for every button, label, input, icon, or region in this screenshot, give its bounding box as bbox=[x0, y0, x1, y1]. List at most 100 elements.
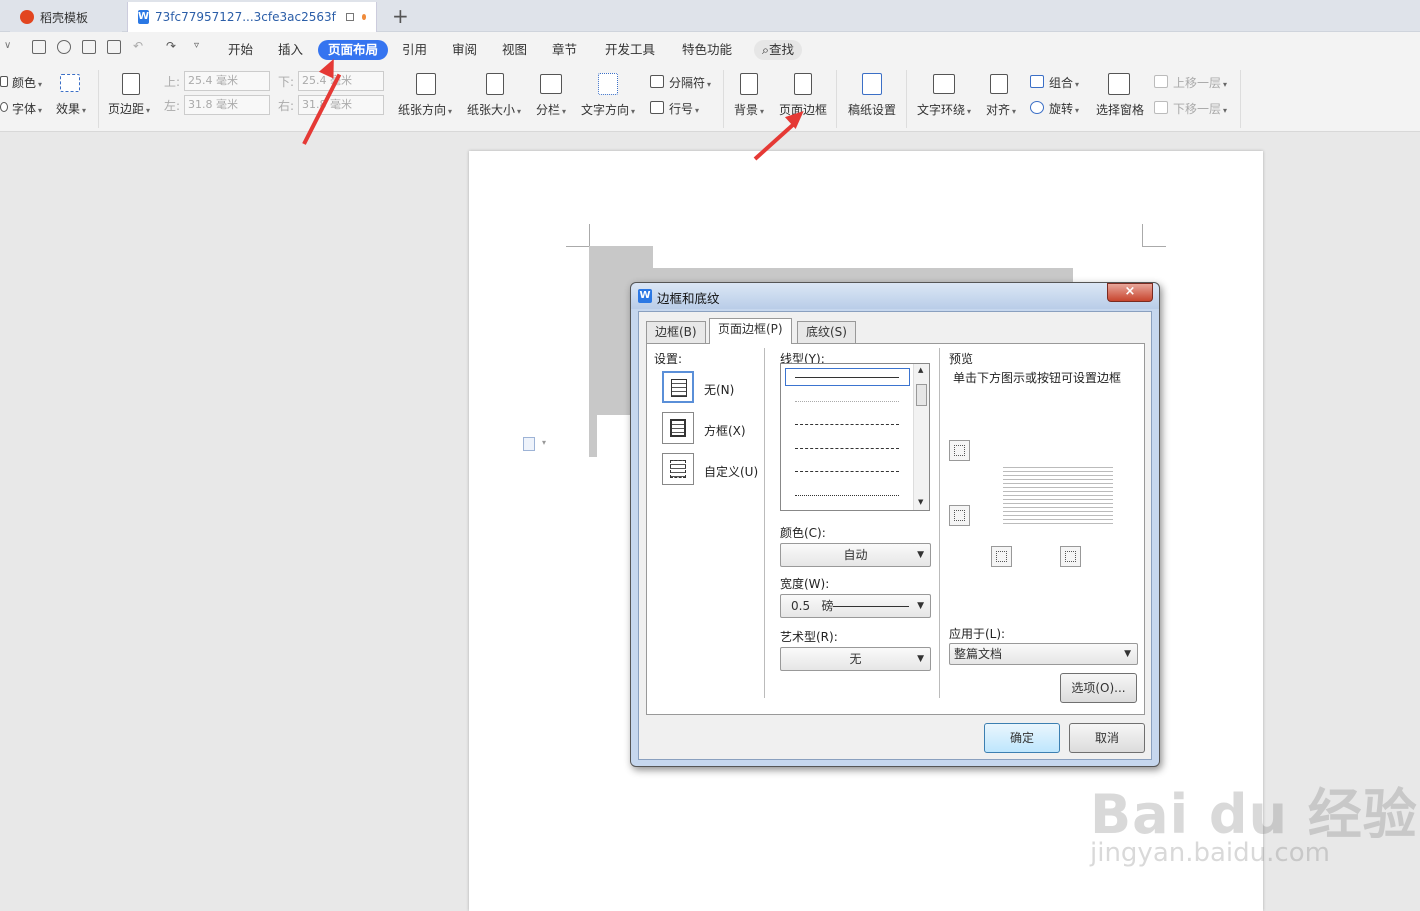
art-select[interactable]: 无 ▼ bbox=[780, 647, 931, 671]
scroll-down-icon[interactable]: ▼ bbox=[918, 498, 923, 506]
columns-icon bbox=[540, 74, 562, 94]
setting-box-icon[interactable] bbox=[662, 412, 694, 444]
background-button[interactable]: 背景 ▾ bbox=[734, 101, 764, 118]
font-button[interactable]: 字体 ▾ bbox=[12, 100, 42, 117]
ok-button[interactable]: 确定 bbox=[984, 723, 1060, 753]
right-margin-input[interactable]: 31.8 毫米 bbox=[298, 95, 384, 115]
tab-shading[interactable]: 底纹(S) bbox=[797, 321, 856, 343]
line-style-list[interactable]: ▲ ▼ bbox=[780, 363, 930, 511]
page-border-panel: 设置: 无(N) 方框(X) 自定义(U) 线型(Y): ▲ ▼ 颜色(C): … bbox=[646, 343, 1145, 715]
paper-setting-icon bbox=[862, 73, 882, 95]
close-button[interactable]: × bbox=[1107, 283, 1153, 302]
group-button[interactable]: 组合 ▾ bbox=[1049, 74, 1079, 91]
setting-custom-icon[interactable] bbox=[662, 453, 694, 485]
left-margin-label: 左: bbox=[164, 99, 181, 113]
setting-box-label[interactable]: 方框(X) bbox=[704, 422, 746, 439]
menu-home[interactable]: 开始 bbox=[224, 40, 257, 60]
scroll-up-icon[interactable]: ▲ bbox=[918, 366, 923, 374]
align-button[interactable]: 对齐 ▾ bbox=[986, 101, 1016, 118]
customize-icon[interactable]: ▿ bbox=[194, 40, 199, 51]
save-icon[interactable] bbox=[32, 40, 46, 54]
menu-references[interactable]: 引用 bbox=[398, 40, 431, 60]
search-button[interactable]: ⌕查找 bbox=[754, 40, 803, 60]
menu-developer[interactable]: 开发工具 bbox=[601, 40, 659, 60]
setting-custom-label[interactable]: 自定义(U) bbox=[704, 463, 758, 480]
width-label: 宽度(W): bbox=[780, 577, 830, 591]
width-line-sample bbox=[833, 606, 909, 607]
effect-button[interactable]: 效果 ▾ bbox=[56, 100, 86, 117]
page-border-icon bbox=[794, 73, 812, 95]
chevron-down-icon[interactable]: ▾ bbox=[542, 438, 546, 447]
line-style-dash-dot[interactable] bbox=[795, 448, 899, 449]
menu-view[interactable]: 视图 bbox=[498, 40, 531, 60]
redo-icon[interactable]: ↷ bbox=[166, 39, 176, 53]
text-wrap-icon bbox=[933, 74, 955, 94]
chevron-down-icon[interactable]: ∨ bbox=[4, 40, 11, 51]
line-style-solid[interactable] bbox=[795, 377, 899, 378]
width-select[interactable]: 0.5 磅 ▼ bbox=[780, 594, 931, 618]
text-direction-icon bbox=[598, 73, 618, 95]
left-margin-input[interactable]: 31.8 毫米 bbox=[184, 95, 270, 115]
scroll-thumb[interactable] bbox=[916, 384, 927, 406]
tab-document[interactable]: W 73fc77957127...3cfe3ac2563f bbox=[127, 2, 377, 32]
baidu-watermark-url: jingyan.baidu.com bbox=[1090, 838, 1330, 868]
setting-none-label[interactable]: 无(N) bbox=[704, 381, 734, 398]
tab-label: 73fc77957127...3cfe3ac2563f bbox=[155, 10, 336, 24]
text-wrap-button[interactable]: 文字环绕 ▾ bbox=[917, 101, 971, 118]
cancel-button[interactable]: 取消 bbox=[1069, 723, 1145, 753]
right-border-button[interactable] bbox=[1060, 546, 1081, 567]
tab-borders[interactable]: 边框(B) bbox=[646, 321, 706, 343]
options-button[interactable]: 选项(O)... bbox=[1060, 673, 1137, 703]
line-style-dash-dot-long[interactable] bbox=[795, 471, 899, 472]
bring-forward-button[interactable]: 上移一层 ▾ bbox=[1173, 74, 1227, 91]
menu-insert[interactable]: 插入 bbox=[274, 40, 307, 60]
selection-pane-button[interactable]: 选择窗格 bbox=[1096, 101, 1144, 118]
top-margin-input[interactable]: 25.4 毫米 bbox=[184, 71, 270, 91]
paragraph-icon[interactable] bbox=[523, 437, 535, 451]
line-style-scrollbar[interactable]: ▲ ▼ bbox=[913, 364, 929, 510]
preview-page[interactable] bbox=[1003, 464, 1113, 524]
dialog-titlebar[interactable]: W 边框和底纹 × bbox=[631, 283, 1159, 309]
bottom-border-icon bbox=[954, 510, 965, 521]
margin-button[interactable]: 页边距 ▾ bbox=[108, 100, 150, 117]
tab-daoke-template[interactable]: 稻壳模板 bbox=[10, 2, 122, 32]
setting-none-icon[interactable] bbox=[662, 371, 694, 403]
print-preview-icon[interactable] bbox=[107, 40, 121, 54]
margin-corner-top-left bbox=[566, 246, 590, 247]
color-label: 颜色(C): bbox=[780, 526, 826, 540]
line-style-dashed[interactable] bbox=[795, 424, 899, 425]
text-direction-button[interactable]: 文字方向 ▾ bbox=[581, 101, 635, 118]
paper-setting-button[interactable]: 稿纸设置 bbox=[848, 101, 896, 118]
selection-pane-icon bbox=[1108, 73, 1130, 95]
menu-review[interactable]: 审阅 bbox=[448, 40, 481, 60]
menu-chapter[interactable]: 章节 bbox=[548, 40, 581, 60]
separator-button[interactable]: 分隔符 ▾ bbox=[669, 74, 711, 91]
apply-to-select[interactable]: 整篇文档 ▼ bbox=[949, 643, 1138, 665]
line-style-dotted[interactable] bbox=[795, 401, 899, 402]
send-backward-button[interactable]: 下移一层 ▾ bbox=[1173, 100, 1227, 117]
rotate-button[interactable]: 旋转 ▾ bbox=[1049, 100, 1079, 117]
line-style-dash-dot-dot[interactable] bbox=[795, 495, 899, 496]
preview-label: 预览 bbox=[949, 352, 974, 366]
line-number-button[interactable]: 行号 ▾ bbox=[669, 100, 699, 117]
columns-button[interactable]: 分栏 ▾ bbox=[536, 101, 566, 118]
setting-label: 设置: bbox=[654, 352, 683, 366]
effect-icon bbox=[60, 74, 80, 92]
orientation-button[interactable]: 纸张方向 ▾ bbox=[398, 101, 452, 118]
font-theme-icon bbox=[0, 102, 8, 112]
bottom-border-button[interactable] bbox=[949, 505, 970, 526]
top-border-button[interactable] bbox=[949, 440, 970, 461]
print-icon[interactable] bbox=[82, 40, 96, 54]
undo-icon[interactable]: ↶ bbox=[133, 39, 143, 53]
left-border-button[interactable] bbox=[991, 546, 1012, 567]
menu-features[interactable]: 特色功能 bbox=[678, 40, 736, 60]
color-button[interactable]: 颜色 ▾ bbox=[12, 74, 42, 91]
bottom-margin-input[interactable]: 25.4 毫米 bbox=[298, 71, 384, 91]
monitor-icon[interactable] bbox=[345, 13, 354, 21]
color-select[interactable]: 自动 ▼ bbox=[780, 543, 931, 567]
format-painter-icon[interactable] bbox=[57, 40, 71, 54]
new-tab-button[interactable]: + bbox=[392, 4, 409, 28]
paper-size-button[interactable]: 纸张大小 ▾ bbox=[467, 101, 521, 118]
tab-page-border[interactable]: 页面边框(P) bbox=[709, 318, 792, 344]
margin-corner-top-right bbox=[1142, 224, 1143, 247]
